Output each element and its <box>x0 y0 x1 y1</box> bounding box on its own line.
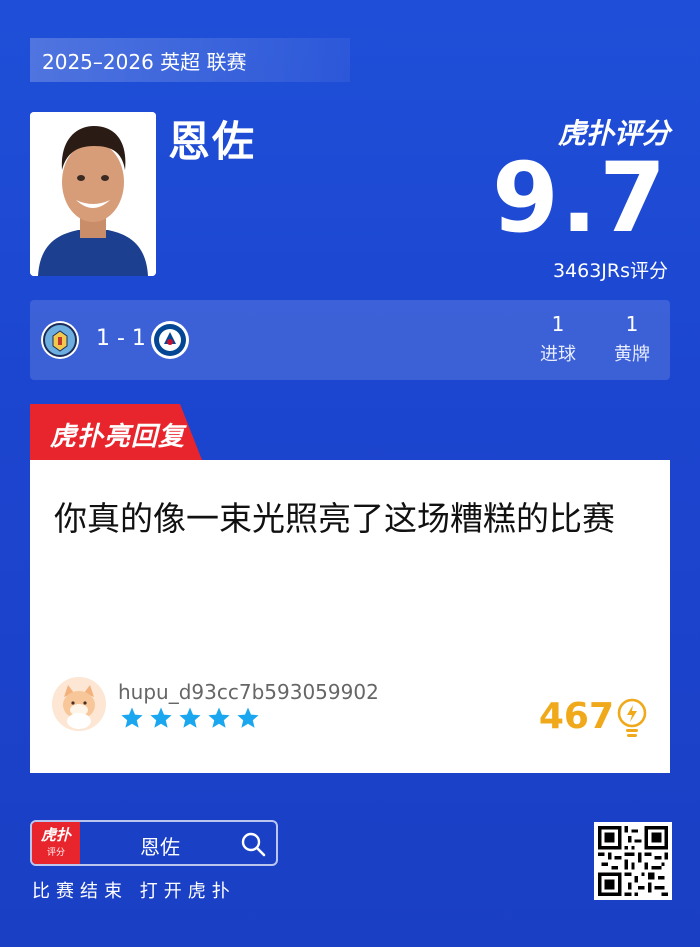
match-score: 1 - 1 <box>96 326 146 351</box>
player-avatar <box>30 112 156 276</box>
open-hupu-prompt: 比赛结束 打开虎扑 <box>32 881 236 902</box>
lightbulb-icon[interactable] <box>616 698 648 738</box>
star-icon <box>179 707 201 728</box>
stat-goals-label: 进球 <box>540 344 576 365</box>
hupu-app-logo: 虎扑 评分 <box>32 822 80 864</box>
stat-yellow-cards: 1 黄牌 <box>602 312 662 366</box>
qr-code-icon <box>598 826 668 896</box>
search-icon[interactable] <box>240 831 266 857</box>
star-icon <box>237 707 259 728</box>
rating-score: 9.7 <box>491 142 668 254</box>
like-count: 467 <box>538 696 614 737</box>
reply-username[interactable]: hupu_d93cc7b593059902 <box>118 680 379 704</box>
hupu-logo-text: 虎扑 <box>40 826 71 844</box>
star-icon <box>121 707 143 728</box>
star-icon <box>208 707 230 728</box>
user-star-rating <box>120 706 260 730</box>
reply-text: 你真的像一束光照亮了这场糟糕的比赛 <box>54 499 615 538</box>
highlight-reply-tag: 虎扑亮回复 <box>30 404 202 460</box>
player-photo-icon <box>30 112 156 276</box>
qr-code <box>594 822 672 900</box>
manchester-city-crest-icon <box>41 321 79 359</box>
cat-avatar-icon <box>52 677 106 731</box>
player-name: 恩佐 <box>168 117 257 166</box>
match-summary-bar: 1 - 1 1 进球 1 黄牌 <box>30 300 670 380</box>
stat-yellow-cards-value: 1 <box>625 312 639 336</box>
rater-count: 3463JRs评分 <box>552 260 668 282</box>
season-banner: 2025–2026 英超 联赛 <box>30 38 350 82</box>
tag-label: 虎扑亮回复 <box>50 422 186 452</box>
stat-goals: 1 进球 <box>528 312 588 366</box>
user-avatar[interactable] <box>52 677 106 731</box>
hupu-logo-sub: 评分 <box>46 848 65 858</box>
stat-yellow-cards-label: 黄牌 <box>614 344 650 365</box>
chelsea-crest-icon <box>151 321 189 359</box>
stat-goals-value: 1 <box>551 312 565 336</box>
hupu-search-box[interactable]: 虎扑 评分 恩佐 <box>30 820 278 866</box>
search-query: 恩佐 <box>140 835 180 859</box>
star-icon <box>150 707 172 728</box>
reply-card: 你真的像一束光照亮了这场糟糕的比赛 hupu_d93cc7b593059902 … <box>30 460 670 773</box>
